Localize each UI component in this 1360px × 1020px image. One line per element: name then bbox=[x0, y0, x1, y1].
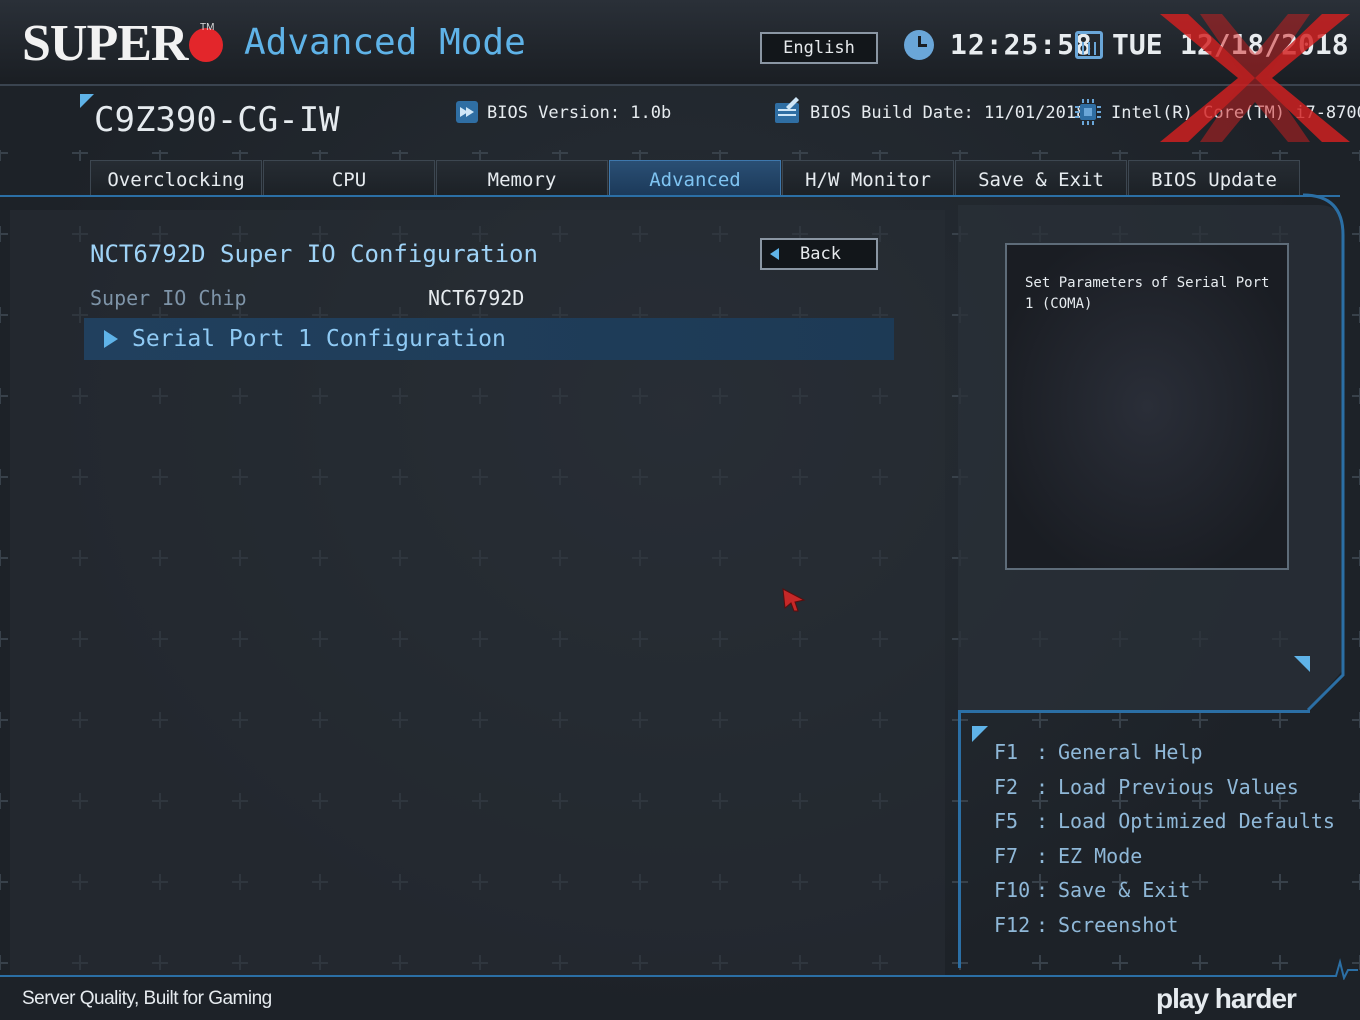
hotkey-separator: : bbox=[1036, 809, 1049, 833]
hotkey-key: F10 bbox=[994, 878, 1031, 902]
page-title: NCT6792D Super IO Configuration bbox=[90, 240, 538, 268]
hotkey-separator: : bbox=[1036, 843, 1049, 868]
tab-overclocking[interactable]: Overclocking bbox=[90, 160, 262, 195]
super-io-chip-value: NCT6792D bbox=[428, 286, 525, 310]
help-description-box: Set Parameters of Serial Port 1 (COMA) bbox=[1005, 243, 1289, 570]
mode-title: Advanced Mode bbox=[244, 22, 526, 63]
hotkey-list: F1: General Help F2: Load Previous Values … bbox=[994, 740, 1335, 947]
hotkey-key: F5 bbox=[994, 809, 1019, 833]
help-text: Set Parameters of Serial Port 1 (COMA) bbox=[1025, 275, 1270, 312]
logo-red-dot bbox=[189, 28, 224, 63]
calendar-icon bbox=[1075, 31, 1103, 59]
hotkey-f10[interactable]: F10: Save & Exit bbox=[994, 878, 1335, 913]
hotkey-separator: : bbox=[1036, 774, 1049, 799]
cpu-icon bbox=[1075, 99, 1101, 125]
tab-bar: Overclocking CPU Memory Advanced H/W Mon… bbox=[90, 160, 1301, 196]
hotkey-desc: Screenshot bbox=[1058, 912, 1179, 937]
hotkey-f2[interactable]: F2: Load Previous Values bbox=[994, 775, 1335, 810]
tab-hw-monitor[interactable]: H/W Monitor bbox=[782, 160, 954, 195]
hotkey-f7[interactable]: F7: EZ Mode bbox=[994, 844, 1335, 879]
corner-accent-icon bbox=[80, 94, 94, 108]
red-x-watermark bbox=[1160, 14, 1350, 142]
bios-build-date: BIOS Build Date: 11/01/2018 bbox=[810, 103, 1087, 123]
hotkey-desc: Load Previous Values bbox=[1058, 774, 1299, 799]
hotkey-desc: General Help bbox=[1058, 740, 1203, 764]
footer-divider bbox=[0, 975, 1335, 977]
hotkey-key: F12 bbox=[994, 912, 1031, 937]
build-date-icon bbox=[775, 97, 799, 123]
back-arrow-icon bbox=[770, 248, 779, 260]
submenu-label: Serial Port 1 Configuration bbox=[132, 326, 506, 352]
footer-slogan: Server Quality, Built for Gaming bbox=[22, 988, 272, 1009]
tab-memory[interactable]: Memory bbox=[436, 160, 608, 195]
mouse-cursor-icon bbox=[782, 588, 806, 612]
hotkey-desc: Load Optimized Defaults bbox=[1058, 809, 1335, 833]
hotkey-key: F2 bbox=[994, 774, 1019, 799]
hotkey-desc: EZ Mode bbox=[1058, 843, 1143, 868]
super-io-chip-label: Super IO Chip bbox=[90, 286, 247, 310]
corner-accent-icon bbox=[1294, 656, 1310, 672]
hotkey-f5[interactable]: F5: Load Optimized Defaults bbox=[994, 809, 1335, 844]
hotkey-f12[interactable]: F12: Screenshot bbox=[994, 913, 1335, 948]
back-button[interactable]: Back bbox=[760, 238, 878, 270]
hotkey-f1[interactable]: F1: General Help bbox=[994, 740, 1335, 775]
supermicro-logo: SUPER bbox=[22, 14, 224, 74]
hotkey-separator: : bbox=[1036, 912, 1049, 937]
back-button-label: Back bbox=[800, 244, 841, 264]
serial-port-1-submenu[interactable]: Serial Port 1 Configuration bbox=[84, 318, 894, 360]
submenu-arrow-icon bbox=[104, 330, 118, 348]
hotkey-key: F7 bbox=[994, 843, 1019, 868]
hotkey-key: F1 bbox=[994, 740, 1019, 764]
hotkey-separator: : bbox=[1036, 740, 1049, 764]
footer-tagline: play harder bbox=[1156, 983, 1297, 1014]
tab-cpu[interactable]: CPU bbox=[263, 160, 435, 195]
tab-advanced[interactable]: Advanced bbox=[609, 160, 781, 195]
logo-trademark: TM bbox=[200, 22, 215, 33]
heartbeat-line-icon bbox=[1330, 958, 1358, 980]
bios-chip-icon bbox=[456, 101, 478, 123]
tab-bios-update[interactable]: BIOS Update bbox=[1128, 160, 1300, 195]
clock-icon bbox=[904, 30, 934, 60]
system-day: TUE bbox=[1112, 28, 1163, 61]
hotkey-separator: : bbox=[1036, 878, 1049, 902]
bios-version: BIOS Version: 1.0b bbox=[487, 103, 672, 123]
language-button[interactable]: English bbox=[760, 32, 878, 64]
hotkey-desc: Save & Exit bbox=[1058, 878, 1191, 902]
system-time: 12:25:58 bbox=[950, 28, 1093, 61]
tab-save-exit[interactable]: Save & Exit bbox=[955, 160, 1127, 195]
board-model: C9Z390-CG-IW bbox=[94, 100, 340, 140]
